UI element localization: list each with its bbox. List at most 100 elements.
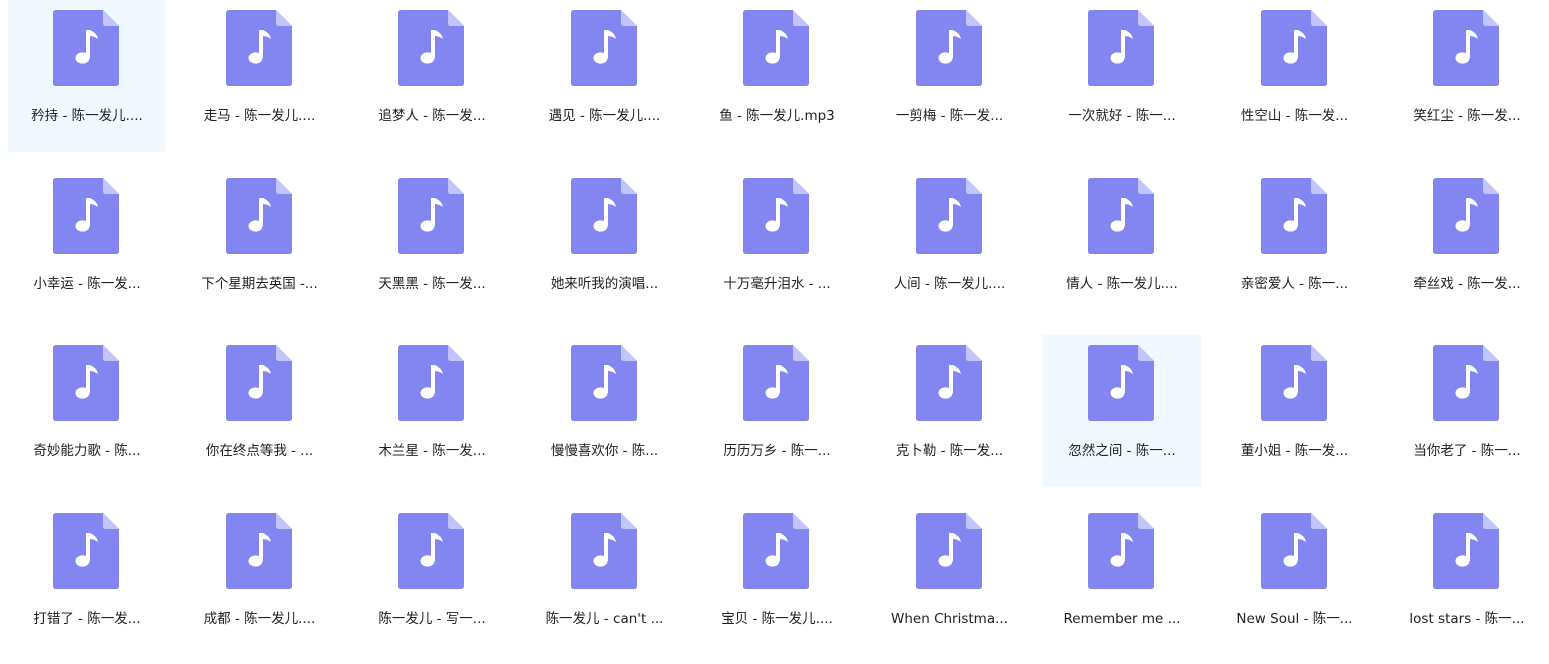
file-item[interactable]: 情人 - 陈一发儿.... <box>1043 168 1201 320</box>
file-item[interactable]: 木兰星 - 陈一发... <box>353 335 511 487</box>
file-name-label: lost stars - 陈一... <box>1409 610 1525 627</box>
file-name-label: 天黑黑 - 陈一发... <box>378 275 486 292</box>
file-item[interactable]: 打错了 - 陈一发... <box>8 503 166 655</box>
file-item[interactable]: 鱼 - 陈一发儿.mp3 <box>698 0 856 152</box>
file-item[interactable]: 追梦人 - 陈一发... <box>353 0 511 152</box>
file-name-label: 性空山 - 陈一发... <box>1240 108 1349 124</box>
file-item[interactable]: 一剪梅 - 陈一发... <box>871 0 1029 152</box>
music-file-icon <box>225 345 292 421</box>
file-grid: 矜持 - 陈一发儿.... 走马 - 陈一发儿.... 追梦人 - 陈一发... 遇见… <box>0 0 1549 664</box>
file-item[interactable]: New Soul - 陈一... <box>1216 503 1374 655</box>
music-file-icon <box>1088 10 1154 86</box>
music-file-icon <box>1433 10 1499 86</box>
music-file-icon <box>1433 512 1499 589</box>
music-file-icon <box>1433 177 1499 254</box>
file-item[interactable]: 天黑黑 - 陈一发... <box>353 168 511 320</box>
music-file-icon <box>915 512 982 589</box>
file-name-label: 鱼 - 陈一发儿.mp3 <box>719 108 835 124</box>
file-item[interactable]: 小幸运 - 陈一发... <box>8 168 166 320</box>
file-name-label: New Soul - 陈一... <box>1236 610 1353 627</box>
file-item[interactable]: 慢慢喜欢你 - 陈... <box>526 335 684 487</box>
music-file-icon <box>570 177 637 254</box>
music-file-icon <box>570 512 637 589</box>
music-file-icon <box>1260 345 1327 421</box>
file-name-label: 成都 - 陈一发儿.... <box>203 610 316 627</box>
file-item[interactable]: 矜持 - 陈一发儿.... <box>8 0 166 152</box>
file-name-label: 追梦人 - 陈一发... <box>378 108 486 124</box>
file-item[interactable]: 下个星期去英国 -... <box>181 168 339 320</box>
file-item[interactable]: 你在终点等我 - ... <box>181 335 339 487</box>
music-file-icon <box>915 177 982 254</box>
file-item[interactable]: When Christma... <box>871 503 1029 655</box>
file-name-label: 历历万乡 - 陈一... <box>723 443 831 459</box>
music-file-icon <box>1260 10 1327 86</box>
music-file-icon <box>398 10 464 86</box>
file-item[interactable]: 牵丝戏 - 陈一发... <box>1388 168 1546 320</box>
file-name-label: 忽然之间 - 陈一... <box>1068 443 1176 459</box>
music-file-icon <box>1088 345 1154 421</box>
music-file-icon <box>53 10 119 86</box>
music-file-icon <box>915 10 982 86</box>
file-name-label: 陈一发儿 - can't ... <box>545 610 664 627</box>
music-file-icon <box>225 177 292 254</box>
file-item[interactable]: 笑红尘 - 陈一发... <box>1388 0 1546 152</box>
file-name-label: 亲密爱人 - 陈一... <box>1240 275 1349 292</box>
music-file-icon <box>398 512 464 589</box>
file-name-label: 遇见 - 陈一发儿.... <box>548 108 661 124</box>
file-name-label: 矜持 - 陈一发儿.... <box>31 108 143 124</box>
file-name-label: Remember me ... <box>1063 610 1181 627</box>
file-item[interactable]: 陈一发儿 - 写一... <box>353 503 511 655</box>
file-item[interactable]: 历历万乡 - 陈一... <box>698 335 856 487</box>
music-file-icon <box>743 177 809 254</box>
file-name-label: 走马 - 陈一发儿.... <box>203 108 316 124</box>
file-name-label: 打错了 - 陈一发... <box>33 610 141 627</box>
file-item[interactable]: lost stars - 陈一... <box>1388 503 1546 655</box>
file-name-label: 下个星期去英国 -... <box>201 275 318 292</box>
file-name-label: 你在终点等我 - ... <box>205 443 314 459</box>
file-item[interactable]: 走马 - 陈一发儿.... <box>181 0 339 152</box>
file-name-label: 十万毫升泪水 - ... <box>723 275 831 292</box>
file-item[interactable]: 当你老了 - 陈一... <box>1388 335 1546 487</box>
file-item[interactable]: 成都 - 陈一发儿.... <box>181 503 339 655</box>
music-file-icon <box>1433 345 1499 421</box>
file-name-label: 一次就好 - 陈一... <box>1068 108 1176 124</box>
file-name-label: 情人 - 陈一发儿.... <box>1066 275 1178 292</box>
file-name-label: 奇妙能力歌 - 陈... <box>33 443 141 459</box>
music-file-icon <box>398 177 464 254</box>
file-item[interactable]: 遇见 - 陈一发儿.... <box>526 0 684 152</box>
music-file-icon <box>53 345 119 421</box>
file-item[interactable]: 忽然之间 - 陈一... <box>1043 335 1201 487</box>
file-item[interactable]: 宝贝 - 陈一发儿.... <box>698 503 856 655</box>
file-item[interactable]: 董小姐 - 陈一发... <box>1216 335 1374 487</box>
music-file-icon <box>570 10 637 86</box>
file-item[interactable]: 性空山 - 陈一发... <box>1216 0 1374 152</box>
file-name-label: 笑红尘 - 陈一发... <box>1413 108 1521 124</box>
file-name-label: 一剪梅 - 陈一发... <box>895 108 1004 124</box>
file-name-label: 慢慢喜欢你 - 陈... <box>550 443 659 459</box>
file-name-label: 董小姐 - 陈一发... <box>1240 443 1349 459</box>
music-file-icon <box>53 177 119 254</box>
music-file-icon <box>225 512 292 589</box>
file-item[interactable]: Remember me ... <box>1043 503 1201 655</box>
music-file-icon <box>915 345 982 421</box>
file-item[interactable]: 一次就好 - 陈一... <box>1043 0 1201 152</box>
file-name-label: 小幸运 - 陈一发... <box>33 275 141 292</box>
file-item[interactable]: 奇妙能力歌 - 陈... <box>8 335 166 487</box>
music-file-icon <box>398 345 464 421</box>
file-item[interactable]: 人间 - 陈一发儿.... <box>871 168 1029 320</box>
file-item[interactable]: 十万毫升泪水 - ... <box>698 168 856 320</box>
music-file-icon <box>1088 177 1154 254</box>
file-name-label: 牵丝戏 - 陈一发... <box>1413 275 1521 292</box>
music-file-icon <box>1260 177 1327 254</box>
file-item[interactable]: 陈一发儿 - can't ... <box>526 503 684 655</box>
file-item[interactable]: 克卜勒 - 陈一发... <box>871 335 1029 487</box>
music-file-icon <box>1260 512 1327 589</box>
file-name-label: 她来听我的演唱... <box>550 275 659 292</box>
file-item[interactable]: 她来听我的演唱... <box>526 168 684 320</box>
music-file-icon <box>1088 512 1154 589</box>
file-name-label: 陈一发儿 - 写一... <box>378 610 486 627</box>
music-file-icon <box>743 10 809 86</box>
file-name-label: 宝贝 - 陈一发儿.... <box>721 610 833 627</box>
file-name-label: 木兰星 - 陈一发... <box>378 443 486 459</box>
file-item[interactable]: 亲密爱人 - 陈一... <box>1216 168 1374 320</box>
